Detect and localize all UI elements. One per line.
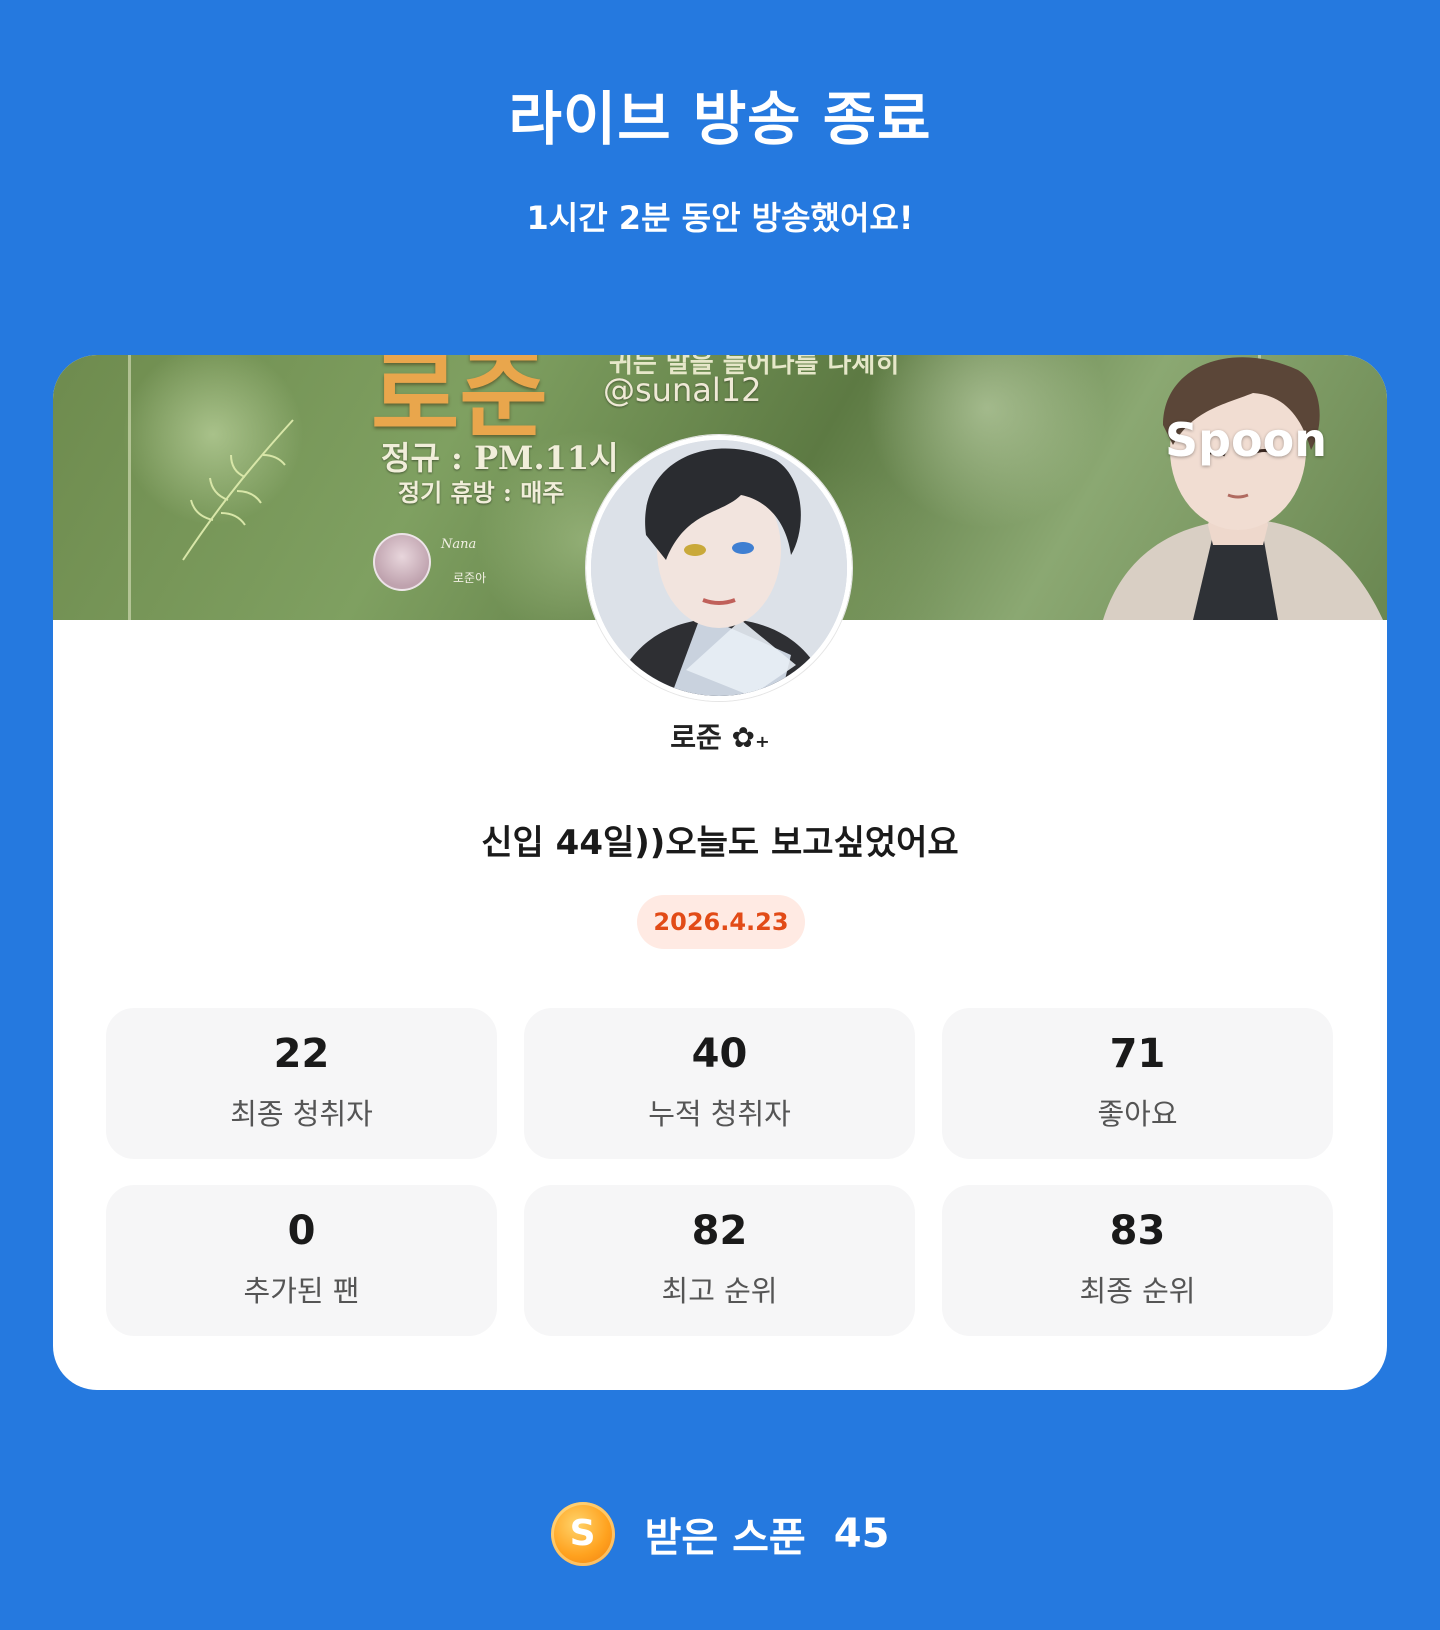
stat-total-listeners: 40 누적 청취자: [524, 1008, 915, 1159]
stat-label: 추가된 팬: [243, 1274, 360, 1308]
broadcast-duration: 1시간 2분 동안 방송했어요!: [526, 199, 914, 237]
stat-label: 최고 순위: [661, 1274, 778, 1308]
stat-label: 누적 청취자: [648, 1097, 791, 1131]
stat-value: 83: [1109, 1208, 1166, 1254]
stat-new-fans: 0 추가된 팬: [106, 1185, 497, 1336]
page-title: 라이브 방송 종료: [508, 85, 932, 153]
banner-character-illustration: [1103, 357, 1383, 620]
stat-label: 좋아요: [1097, 1097, 1178, 1131]
received-spoons-label: 받은 스푼: [644, 1515, 806, 1561]
spoon-coin-icon: S: [550, 1502, 615, 1566]
banner-mini-sub: 로준아: [453, 571, 487, 585]
received-spoons-count: 45: [833, 1511, 890, 1557]
spoon-brand-logo: Spoon: [1165, 413, 1328, 467]
avatar-illustration: [591, 440, 847, 696]
stats-grid: 22 최종 청취자 40 누적 청취자 71 좋아요 0 추가된 팬 82 최고…: [106, 1008, 1334, 1336]
banner-frame-line: [128, 355, 131, 620]
stat-label: 최종 청취자: [230, 1097, 373, 1131]
stat-final-rank: 83 최종 순위: [942, 1185, 1333, 1336]
stat-value: 22: [273, 1031, 330, 1077]
broadcast-title: 신입 44일))오늘도 보고싶었어요: [481, 823, 959, 863]
stat-value: 40: [691, 1031, 748, 1077]
broadcast-end-screen: 라이브 방송 종료 1시간 2분 동안 방송했어요! 귀는 말을 들어나를 나세…: [0, 0, 1440, 1630]
profile-avatar[interactable]: [586, 435, 852, 701]
banner-handle: @sunal12: [603, 371, 762, 409]
received-spoons: S 받은 스푼 45: [0, 1502, 1440, 1566]
broadcast-date-badge: 2026.4.23: [637, 895, 805, 949]
stat-value: 71: [1109, 1031, 1166, 1077]
stat-value: 82: [691, 1208, 748, 1254]
stat-value: 0: [287, 1208, 316, 1254]
broadcast-summary-card: 귀는 말을 들어나를 나세히 로준 @sunal12 정규 : PM.11시 정…: [53, 355, 1387, 1390]
banner-schedule-off: 정기 휴방 : 매주: [398, 478, 565, 507]
banner-mini-name: Nana: [441, 537, 477, 552]
leaf-branch-icon: [182, 419, 294, 561]
stat-likes: 71 좋아요: [942, 1008, 1333, 1159]
stat-final-listeners: 22 최종 청취자: [106, 1008, 497, 1159]
banner-mini-avatar: [373, 533, 431, 591]
stat-best-rank: 82 최고 순위: [524, 1185, 915, 1336]
dj-nickname: 로준 ✿₊: [670, 721, 770, 754]
stat-label: 최종 순위: [1079, 1274, 1196, 1308]
